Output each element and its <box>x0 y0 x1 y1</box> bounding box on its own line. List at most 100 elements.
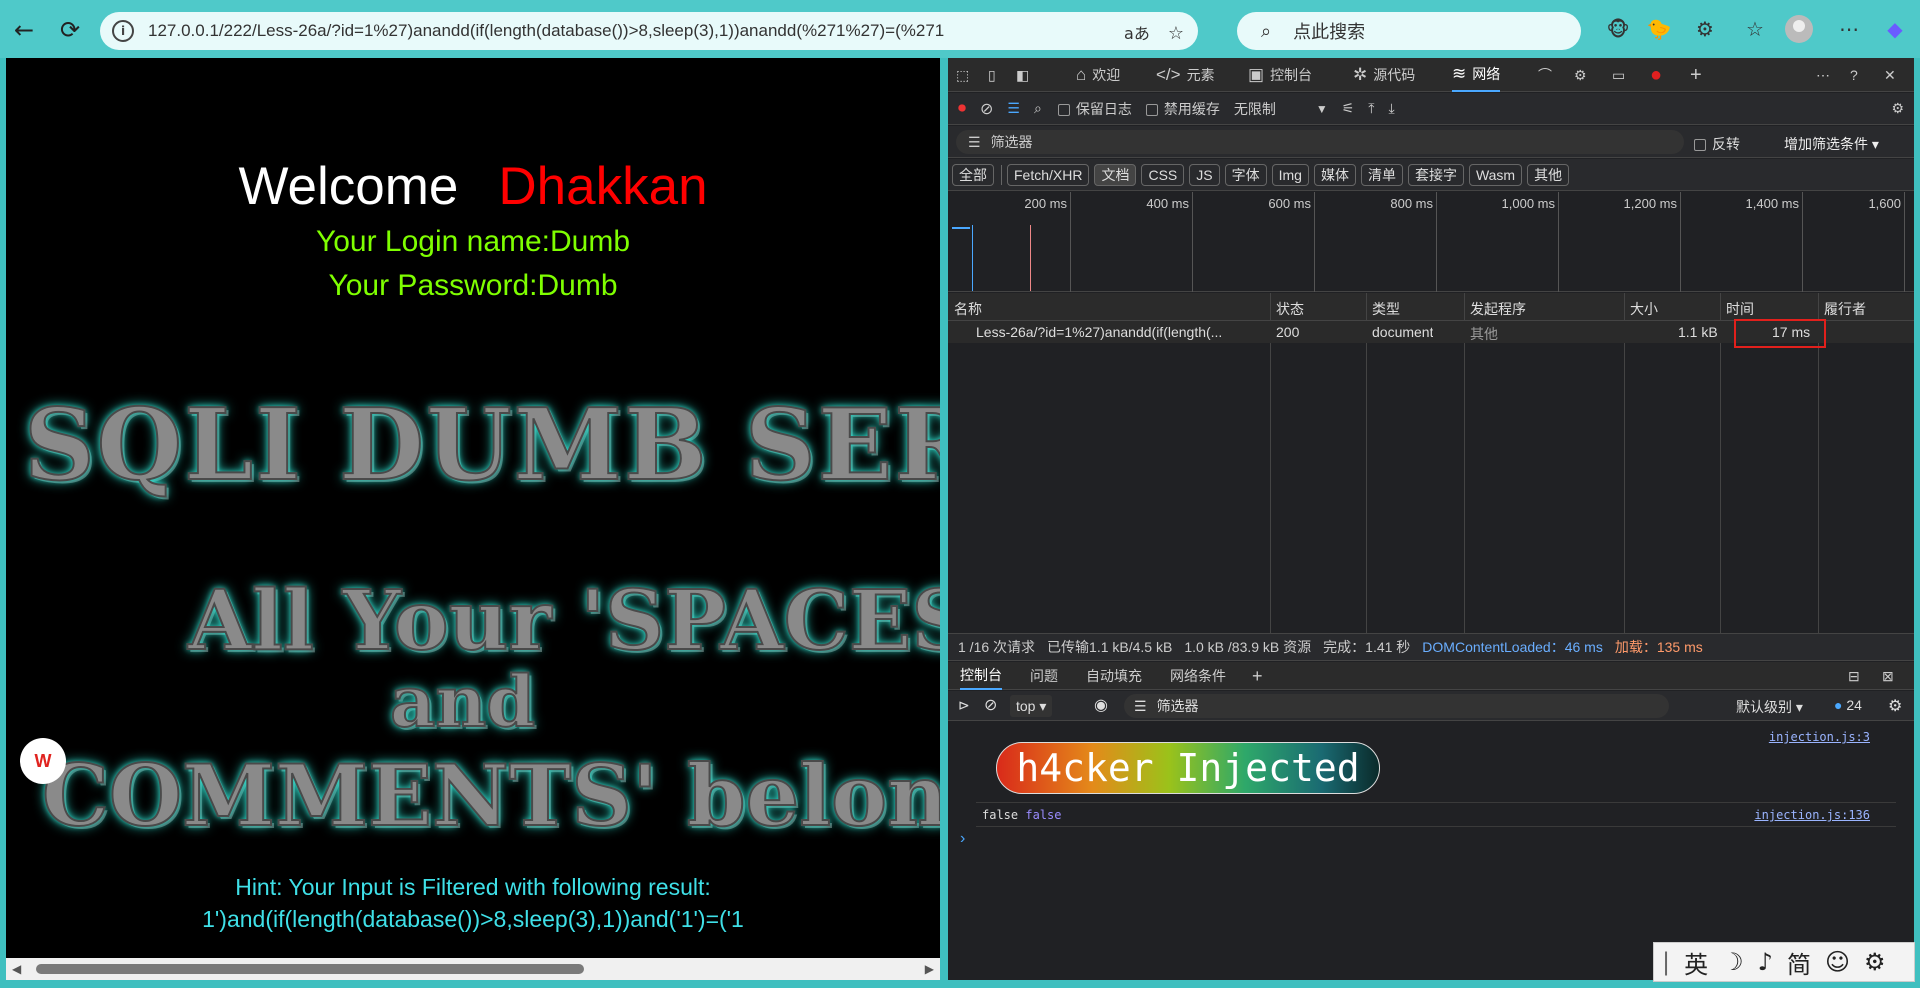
wps-floating-icon[interactable]: W <box>20 738 66 784</box>
tab-elements[interactable]: </> 元素 <box>1156 58 1215 92</box>
back-icon[interactable]: ← <box>6 12 42 48</box>
col-initiator[interactable]: 发起程序 <box>1470 299 1526 319</box>
col-type[interactable]: 类型 <box>1372 299 1400 319</box>
close-devtools-icon[interactable]: ✕ <box>1884 58 1896 92</box>
more-options-icon[interactable]: ⋯ <box>1816 58 1830 92</box>
col-name[interactable]: 名称 <box>954 299 982 319</box>
url-text[interactable]: 127.0.0.1/222/Less-26a/?id=1%27)anandd(i… <box>148 21 1108 41</box>
copilot-icon[interactable]: ◆ <box>1880 14 1910 44</box>
ime-settings-icon[interactable]: ⚙ <box>1864 948 1886 976</box>
col-fulfiller[interactable]: 履行者 <box>1824 299 1866 319</box>
type-manifest[interactable]: 清单 <box>1360 163 1403 186</box>
network-conditions-icon[interactable]: ⚟ <box>1342 100 1355 117</box>
console-settings-icon[interactable]: ⚙ <box>1888 696 1902 716</box>
clear-console-icon[interactable]: ⊘ <box>984 695 997 715</box>
memory-icon[interactable]: ⚙ <box>1574 58 1587 92</box>
type-fetch[interactable]: Fetch/XHR <box>1007 163 1090 186</box>
punctuation-icon[interactable]: ♪ <box>1758 948 1773 976</box>
settings-icon[interactable]: ⚙ <box>1891 100 1904 117</box>
console-sidebar-icon[interactable]: ⊳ <box>958 697 970 714</box>
type-other[interactable]: 其他 <box>1527 163 1570 186</box>
horizontal-scrollbar[interactable]: ◀ ▶ <box>6 958 940 980</box>
type-css[interactable]: CSS <box>1141 163 1185 186</box>
type-js[interactable]: JS <box>1189 163 1220 186</box>
application-icon[interactable]: ▭ <box>1612 58 1625 92</box>
tab-console[interactable]: ▣ 控制台 <box>1248 58 1312 92</box>
inspect-icon[interactable]: ⬚ <box>956 58 969 92</box>
drawer-tab-autofill[interactable]: 自动填充 <box>1086 662 1142 690</box>
disable-cache[interactable]: 禁用缓存 <box>1145 99 1220 119</box>
help-icon[interactable]: ? <box>1850 58 1858 92</box>
read-aloud-icon[interactable]: aあ <box>1124 24 1150 43</box>
clear-icon[interactable]: ⊘ <box>980 99 993 119</box>
log-level-select[interactable]: 默认级别 ▾ <box>1736 697 1803 717</box>
type-media[interactable]: 媒体 <box>1313 163 1356 186</box>
drag-handle[interactable]: | <box>1662 948 1670 976</box>
scroll-right-icon[interactable]: ▶ <box>925 962 934 976</box>
more-icon[interactable]: ⋯ <box>1834 14 1864 44</box>
dock-drawer-icon[interactable]: ⊟ <box>1848 662 1860 690</box>
type-doc[interactable]: 文档 <box>1094 163 1137 186</box>
filter-toggle-icon[interactable]: ☰ <box>1007 100 1020 117</box>
row-name[interactable]: Less-26a/?id=1%27)anandd(if(length(... <box>976 324 1266 340</box>
favorites-icon[interactable]: ☆ <box>1740 14 1770 44</box>
device-icon[interactable]: ▯ <box>988 58 996 92</box>
scroll-left-icon[interactable]: ◀ <box>12 962 21 976</box>
moon-icon[interactable]: ☽ <box>1722 948 1744 976</box>
extension2-icon[interactable]: 🐤 <box>1644 14 1674 44</box>
ime-language[interactable]: 英 <box>1684 945 1708 980</box>
amongus-icon[interactable]: ● <box>1650 58 1662 92</box>
filter-input[interactable]: ☰ 筛选器 <box>956 130 1684 154</box>
col-status[interactable]: 状态 <box>1276 299 1304 319</box>
type-ws[interactable]: 套接字 <box>1407 163 1464 186</box>
emoji-icon[interactable]: ☺ <box>1825 948 1850 976</box>
drawer-tab-network-conditions[interactable]: 网络条件 <box>1170 662 1226 690</box>
avatar[interactable] <box>1785 15 1813 43</box>
favorite-icon[interactable]: aあ ☆ <box>1124 20 1184 44</box>
close-drawer-icon[interactable]: ⊠ <box>1882 662 1894 690</box>
context-select[interactable]: top ▾ <box>1010 695 1053 717</box>
ime-script[interactable]: 简 <box>1787 945 1811 980</box>
invert-checkbox[interactable] <box>1694 139 1706 152</box>
site-info-icon[interactable]: i <box>112 20 134 42</box>
source-link-2[interactable]: injection.js:136 <box>1754 808 1870 822</box>
add-tab-icon[interactable]: + <box>1690 58 1702 92</box>
scroll-thumb[interactable] <box>36 964 584 974</box>
extension-icon[interactable]: 🐵 <box>1603 14 1633 44</box>
search-box[interactable]: ⌕ 点此搜索 <box>1237 12 1581 50</box>
refresh-icon[interactable]: ⟳ <box>52 12 88 48</box>
sidebar-icon[interactable]: ◧ <box>1016 58 1029 92</box>
throttle-select[interactable]: 无限制 <box>1234 99 1276 119</box>
disable-cache-checkbox[interactable] <box>1145 103 1158 116</box>
preserve-log-checkbox[interactable] <box>1057 103 1070 116</box>
col-time[interactable]: 时间 <box>1726 299 1754 319</box>
search-network-icon[interactable]: ⌕ <box>1034 100 1042 117</box>
add-drawer-tab-icon[interactable]: + <box>1252 662 1263 690</box>
drawer-tab-console[interactable]: 控制台 <box>960 662 1002 690</box>
type-font[interactable]: 字体 <box>1224 163 1267 186</box>
type-all[interactable]: 全部 <box>952 163 994 186</box>
invert-filter[interactable]: 反转 <box>1694 134 1740 154</box>
extensions-icon[interactable]: ⚙ <box>1690 14 1720 44</box>
preserve-log[interactable]: 保留日志 <box>1057 99 1132 119</box>
live-expression-icon[interactable]: ◉ <box>1094 695 1108 715</box>
message-count[interactable]: ● 24 <box>1834 697 1862 713</box>
address-bar[interactable]: i 127.0.0.1/222/Less-26a/?id=1%27)anandd… <box>100 12 1198 50</box>
source-link[interactable]: injection.js:3 <box>1769 730 1870 744</box>
type-img[interactable]: Img <box>1271 163 1309 186</box>
drawer-tab-issues[interactable]: 问题 <box>1030 662 1058 690</box>
tab-network[interactable]: ≋ 网络 <box>1452 58 1501 92</box>
more-filters-button[interactable]: 增加筛选条件 ▾ <box>1784 134 1879 154</box>
export-icon[interactable]: ⤓ <box>1388 100 1394 117</box>
tab-sources[interactable]: ✲ 源代码 <box>1353 58 1415 92</box>
performance-icon[interactable]: ⌒ <box>1538 58 1552 92</box>
import-icon[interactable]: ⤒ <box>1368 100 1374 117</box>
record-icon[interactable]: ⏺ <box>958 100 966 118</box>
col-size[interactable]: 大小 <box>1630 299 1658 319</box>
chevron-down-icon[interactable]: ▼ <box>1316 102 1328 116</box>
console-prompt-icon[interactable]: › <box>960 830 965 848</box>
timeline-overview[interactable]: 200 ms 400 ms 600 ms 800 ms 1,000 ms 1,2… <box>948 192 1914 292</box>
tab-welcome[interactable]: ⌂ 欢迎 <box>1076 58 1120 92</box>
type-wasm[interactable]: Wasm <box>1468 163 1523 186</box>
console-filter-input[interactable]: ☰ 筛选器 <box>1124 694 1669 718</box>
